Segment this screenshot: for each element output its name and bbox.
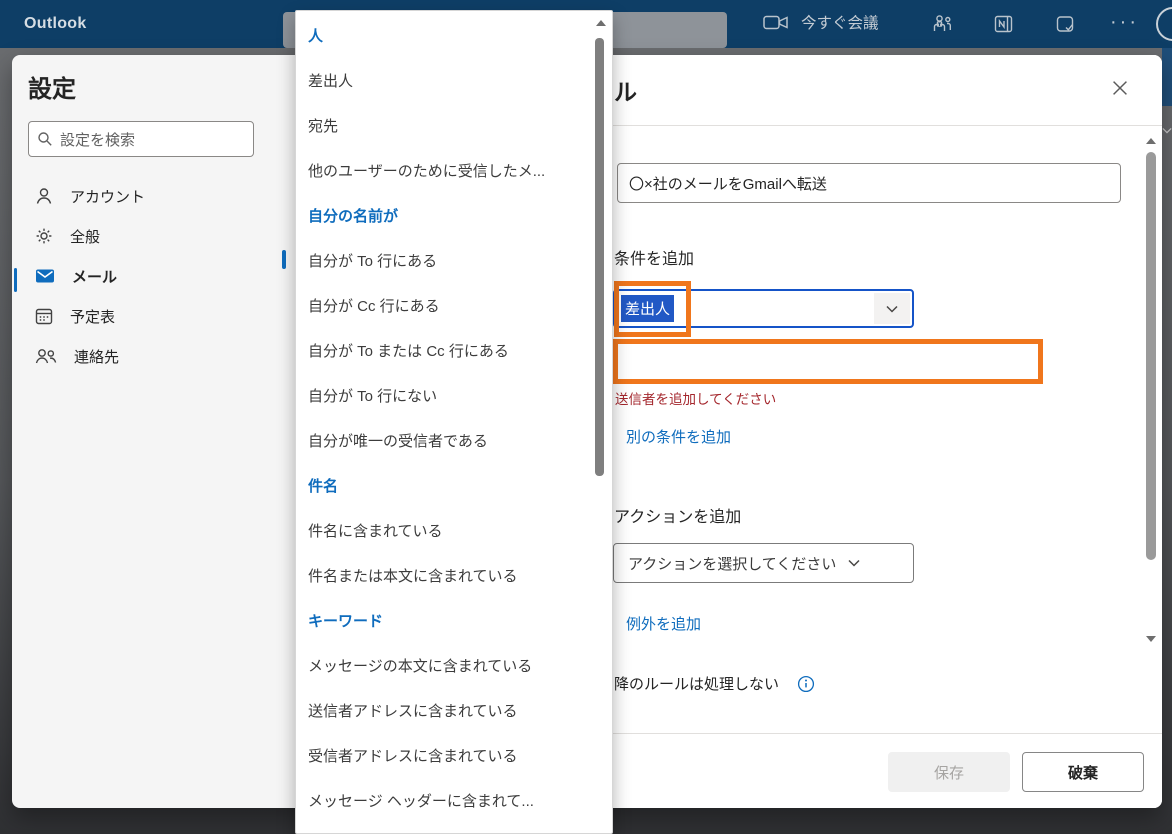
selected-indicator — [14, 268, 17, 292]
todo-icon[interactable] — [1055, 14, 1076, 35]
scroll-up-arrow[interactable] — [596, 20, 606, 26]
condition-group-header: 自分の名前が — [296, 193, 586, 238]
condition-option[interactable]: 自分が To 行にある — [296, 238, 586, 283]
divider — [613, 125, 1162, 126]
close-icon — [1109, 77, 1131, 99]
condition-option[interactable]: 自分が Cc 行にある — [296, 283, 586, 328]
stop-processing-row: 降のルールは処理しない — [614, 673, 815, 694]
gear-icon — [34, 226, 54, 246]
chevron-down-icon — [848, 559, 860, 567]
mail-icon — [34, 266, 56, 286]
condition-group-header: 人 — [296, 13, 586, 58]
background-page-strip — [1162, 48, 1172, 106]
panel-scrollbar-thumb[interactable] — [282, 250, 286, 269]
action-placeholder: アクションを選択してください — [628, 553, 836, 574]
discard-button[interactable]: 破棄 — [1022, 752, 1144, 792]
sidebar-item-calendar[interactable]: 予定表 — [20, 296, 280, 336]
condition-group-header: 件名 — [296, 463, 586, 508]
condition-option[interactable]: メッセージの本文に含まれている — [296, 643, 586, 688]
calendar-icon — [34, 306, 54, 326]
person-icon — [34, 186, 54, 206]
settings-search-input[interactable]: 設定を検索 — [28, 121, 254, 157]
scroll-down-arrow[interactable] — [1146, 636, 1156, 642]
sidebar-item-label: アカウント — [70, 186, 145, 207]
sidebar-item-label: 全般 — [70, 226, 100, 247]
condition-option[interactable]: 自分が To 行にない — [296, 373, 586, 418]
sidebar-item-general[interactable]: 全般 — [20, 216, 280, 256]
people-icon — [34, 346, 58, 366]
avatar[interactable] — [1156, 7, 1172, 41]
sidebar-item-label: 予定表 — [70, 306, 115, 327]
onenote-icon[interactable] — [993, 14, 1014, 34]
sidebar-item-account[interactable]: アカウント — [20, 176, 280, 216]
save-button[interactable]: 保存 — [888, 752, 1010, 792]
stop-processing-text: 降のルールは処理しない — [614, 673, 779, 694]
dialog-title: ル — [614, 73, 637, 107]
search-placeholder: 設定を検索 — [60, 129, 135, 150]
sender-value-input[interactable] — [613, 339, 1043, 384]
condition-option[interactable]: 受信者アドレスに含まれている — [296, 733, 586, 778]
scroll-up-arrow[interactable] — [1146, 138, 1156, 144]
dropdown-scrollbar-thumb[interactable] — [595, 38, 604, 476]
condition-option[interactable]: 他のユーザーのために受信したメ... — [296, 148, 586, 193]
more-options-button[interactable]: ··· — [1110, 0, 1139, 48]
page-title: 設定 — [28, 69, 76, 104]
actions-heading: アクションを追加 — [614, 503, 741, 527]
condition-option[interactable]: 件名に含まれている — [296, 508, 586, 553]
rule-name-input[interactable] — [617, 163, 1121, 203]
annotation-highlight-condition — [614, 281, 691, 337]
rule-dialog: ル 条件を追加 差出人 送信者を追加してください 別の条件を追加 アクションを追… — [613, 55, 1162, 808]
teams-icon[interactable] — [930, 14, 954, 34]
action-select[interactable]: アクションを選択してください — [613, 543, 914, 583]
condition-option[interactable]: 差出人 — [296, 58, 586, 103]
conditions-heading: 条件を追加 — [614, 245, 694, 269]
validation-error-text: 送信者を追加してください — [615, 388, 776, 408]
condition-option[interactable]: 送信者アドレスに含まれている — [296, 688, 586, 733]
chevron-down-icon — [1162, 127, 1172, 134]
sidebar-item-contacts[interactable]: 連絡先 — [20, 336, 280, 376]
video-camera-icon[interactable] — [763, 14, 789, 31]
search-icon — [37, 131, 53, 147]
chevron-down-icon[interactable] — [874, 293, 910, 324]
add-condition-link[interactable]: 別の条件を追加 — [626, 426, 731, 447]
meet-now-button[interactable]: 今すぐ会議 — [801, 0, 879, 48]
close-button[interactable] — [1105, 73, 1135, 103]
condition-option[interactable]: 件名または本文に含まれている — [296, 553, 586, 598]
condition-option[interactable]: 自分が唯一の受信者である — [296, 418, 586, 463]
sidebar-item-label: メール — [72, 266, 117, 287]
app-title: Outlook — [24, 0, 87, 48]
condition-group-header: キーワード — [296, 598, 586, 643]
condition-dropdown-menu: 人 差出人 宛先 他のユーザーのために受信したメ... 自分の名前が 自分が T… — [295, 10, 613, 834]
dialog-scrollbar-thumb[interactable] — [1146, 152, 1156, 560]
sidebar-item-mail[interactable]: メール — [20, 256, 280, 296]
add-exception-link[interactable]: 例外を追加 — [626, 613, 701, 634]
condition-option[interactable]: メッセージ ヘッダーに含まれて... — [296, 778, 586, 823]
divider — [613, 733, 1162, 734]
sidebar-item-label: 連絡先 — [74, 346, 119, 367]
condition-option[interactable]: 宛先 — [296, 103, 586, 148]
info-icon[interactable] — [797, 675, 815, 693]
condition-option[interactable]: 自分が To または Cc 行にある — [296, 328, 586, 373]
